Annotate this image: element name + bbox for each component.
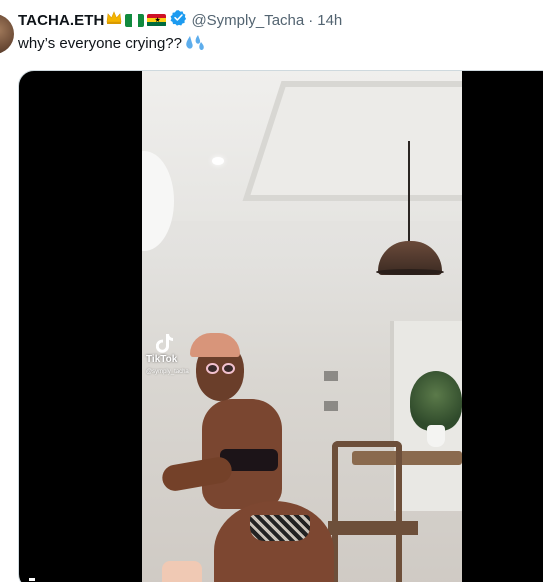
timestamp[interactable]: 14h bbox=[317, 12, 342, 29]
video-player[interactable]: TikTok @symply_tacha bbox=[18, 70, 543, 582]
tiktok-logo-icon bbox=[156, 334, 173, 353]
vase bbox=[427, 425, 445, 447]
sweat-droplets-icon bbox=[186, 35, 204, 51]
crown-emoji-icon bbox=[106, 10, 122, 30]
person-bottoms bbox=[250, 515, 310, 541]
nigeria-flag-icon bbox=[125, 13, 145, 27]
video-frame[interactable]: TikTok @symply_tacha bbox=[142, 71, 462, 582]
tweet-text-content: why’s everyone crying?? bbox=[18, 34, 182, 52]
separator-dot: · bbox=[308, 11, 314, 29]
display-name[interactable]: TACHA.ETH bbox=[18, 12, 104, 29]
tweet-header: TACHA.ETH ★ @Symply_Tacha · 14h bbox=[18, 9, 342, 31]
person-hips bbox=[214, 501, 334, 582]
ghana-flag-icon: ★ bbox=[147, 13, 167, 27]
avatar[interactable] bbox=[0, 14, 14, 54]
person-cap bbox=[190, 333, 240, 357]
video-progress-indicator[interactable] bbox=[29, 578, 35, 581]
verified-badge-icon[interactable] bbox=[170, 9, 187, 31]
held-cloth bbox=[162, 561, 202, 582]
person-glasses bbox=[206, 363, 236, 375]
tweet-text: why’s everyone crying?? bbox=[18, 34, 206, 52]
user-handle[interactable]: @Symply_Tacha bbox=[191, 12, 304, 29]
tiktok-label: TikTok bbox=[146, 354, 178, 365]
ceiling-coffer bbox=[242, 81, 462, 201]
potted-plant bbox=[410, 371, 462, 431]
tiktok-handle: @symply_tacha bbox=[146, 369, 189, 375]
person bbox=[160, 271, 362, 582]
pendant-lamp-rim bbox=[376, 269, 444, 275]
pendant-cord bbox=[408, 141, 410, 249]
ceiling-spotlight bbox=[212, 157, 224, 165]
tiktok-watermark: TikTok @symply_tacha bbox=[146, 333, 189, 376]
